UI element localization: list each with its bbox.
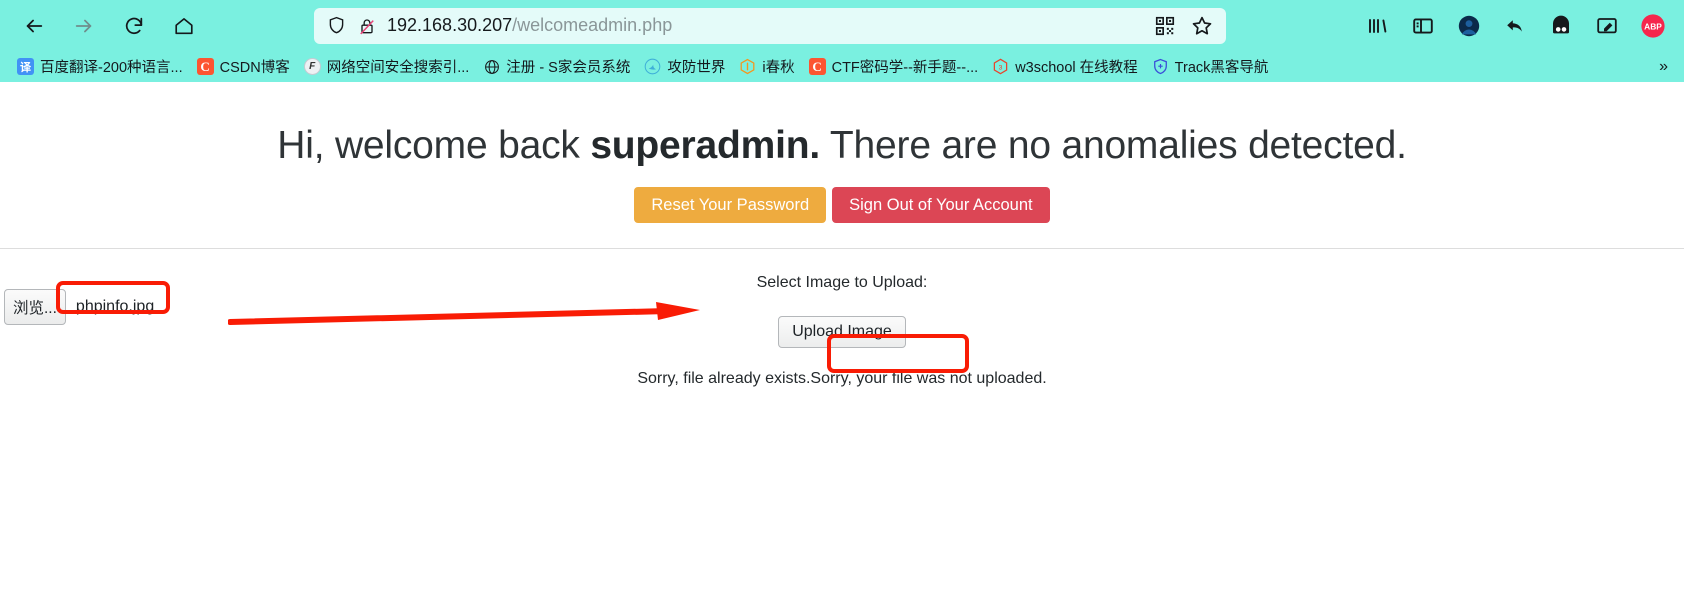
- svg-text:3: 3: [999, 64, 1003, 71]
- welcome-prefix: Hi, welcome back: [277, 124, 591, 167]
- forward-arrow-icon: [75, 19, 92, 32]
- url-text[interactable]: 192.168.30.207/welcomeadmin.php: [387, 15, 1144, 36]
- urlbar-container: 192.168.30.207/welcomeadmin.php: [204, 7, 1336, 44]
- account-avatar[interactable]: [1454, 11, 1484, 41]
- adblock-plus-icon[interactable]: ABP: [1638, 11, 1668, 41]
- bookmark-label: Track黑客导航: [1174, 60, 1269, 76]
- bookmarks-bar: 译 百度翻译-200种语言... C CSDN博客 F 网络空间安全搜索引...…: [0, 51, 1684, 82]
- qr-code-icon[interactable]: [1154, 15, 1176, 37]
- upload-label: Select Image to Upload:: [756, 274, 928, 292]
- browse-button[interactable]: 浏览...: [4, 289, 66, 326]
- upload-section: 浏览... phpinfo.jpg Select Image to Upload…: [0, 249, 1684, 489]
- file-input[interactable]: 浏览... phpinfo.jpg: [4, 289, 155, 326]
- bookmark-item[interactable]: F 网络空间安全搜索引...: [297, 54, 477, 79]
- page-title: Hi, welcome back superadmin. There are n…: [0, 123, 1684, 170]
- username: superadmin.: [590, 124, 820, 167]
- back-arrow-icon: [26, 19, 43, 32]
- bookmark-label: 攻防世界: [667, 60, 726, 76]
- ichunqiu-icon: [739, 58, 756, 75]
- url-host: 192.168.30.207: [387, 15, 513, 35]
- navigation-buttons: [14, 7, 204, 45]
- bookmark-label: CTF密码学--新手题--...: [831, 60, 979, 76]
- url-path: /welcomeadmin.php: [512, 15, 673, 35]
- forward-button[interactable]: [64, 7, 104, 45]
- browser-toolbar: 192.168.30.207/welcomeadmin.php ABP: [0, 0, 1684, 51]
- urlbar-actions: [1154, 14, 1214, 38]
- bookmark-item[interactable]: i春秋: [732, 54, 801, 79]
- reload-icon: [125, 17, 143, 34]
- screenshot-icon[interactable]: [1592, 11, 1622, 41]
- sidebar-icon[interactable]: [1408, 11, 1438, 41]
- welcome-suffix: There are no anomalies detected.: [820, 124, 1407, 167]
- sign-out-button[interactable]: Sign Out of Your Account: [832, 186, 1050, 224]
- address-bar[interactable]: 192.168.30.207/welcomeadmin.php: [314, 7, 1226, 44]
- baidu-translate-icon: 译: [17, 58, 34, 75]
- track-shield-icon: [1152, 58, 1169, 75]
- bookmark-item[interactable]: C CSDN博客: [190, 54, 297, 79]
- csdn-icon: C: [196, 58, 214, 75]
- bookmarks-overflow-button[interactable]: »: [1659, 58, 1674, 76]
- bookmark-item[interactable]: 3 w3school 在线教程: [985, 54, 1144, 79]
- gongfang-shijie-icon: [644, 58, 661, 75]
- toolbar-right-icons: ABP: [1336, 11, 1670, 41]
- globe-icon: [483, 58, 500, 75]
- upload-button-row: Upload Image: [0, 316, 1684, 349]
- upload-form: Select Image to Upload: Upload Image Sor…: [0, 249, 1684, 388]
- lock-crossed-icon[interactable]: [357, 16, 377, 36]
- home-icon: [175, 17, 193, 34]
- csdn-icon: C: [808, 58, 826, 75]
- svg-text:ABP: ABP: [1644, 21, 1662, 31]
- undo-close-tab-icon[interactable]: [1500, 11, 1530, 41]
- bookmark-label: i春秋: [762, 60, 795, 76]
- back-button[interactable]: [14, 7, 54, 45]
- home-button[interactable]: [164, 7, 204, 45]
- welcome-hero: Hi, welcome back superadmin. There are n…: [0, 82, 1684, 224]
- upload-image-button[interactable]: Upload Image: [778, 316, 906, 349]
- bookmark-star-icon[interactable]: [1190, 14, 1214, 38]
- bookmark-item[interactable]: C CTF密码学--新手题--...: [802, 54, 986, 79]
- bookmark-item[interactable]: Track黑客导航: [1145, 54, 1276, 79]
- reset-password-button[interactable]: Reset Your Password: [634, 186, 827, 224]
- bookmark-item[interactable]: 攻防世界: [637, 54, 732, 79]
- bookmark-label: 百度翻译-200种语言...: [40, 60, 183, 76]
- bookmark-label: w3school 在线教程: [1015, 60, 1138, 76]
- w3school-icon: 3: [992, 58, 1009, 75]
- bookmark-label: 注册 - S家会员系统: [506, 60, 631, 76]
- bookmark-item[interactable]: 译 百度翻译-200种语言...: [10, 54, 190, 79]
- account-actions: Reset Your Password Sign Out of Your Acc…: [0, 186, 1684, 224]
- page-content: Hi, welcome back superadmin. There are n…: [0, 82, 1684, 614]
- bookmark-label: CSDN博客: [219, 60, 290, 76]
- shield-icon[interactable]: [326, 15, 347, 36]
- library-icon[interactable]: [1362, 11, 1392, 41]
- extension-dark-icon[interactable]: [1546, 11, 1576, 41]
- bookmark-label: 网络空间安全搜索引...: [326, 60, 470, 76]
- browser-chrome: 192.168.30.207/welcomeadmin.php ABP 译 百度…: [0, 0, 1684, 82]
- upload-status-message: Sorry, file already exists.Sorry, your f…: [637, 370, 1047, 388]
- fofa-icon: F: [303, 58, 321, 75]
- bookmark-item[interactable]: 注册 - S家会员系统: [476, 54, 637, 79]
- reload-button[interactable]: [114, 7, 154, 45]
- selected-file-name: phpinfo.jpg: [75, 298, 155, 316]
